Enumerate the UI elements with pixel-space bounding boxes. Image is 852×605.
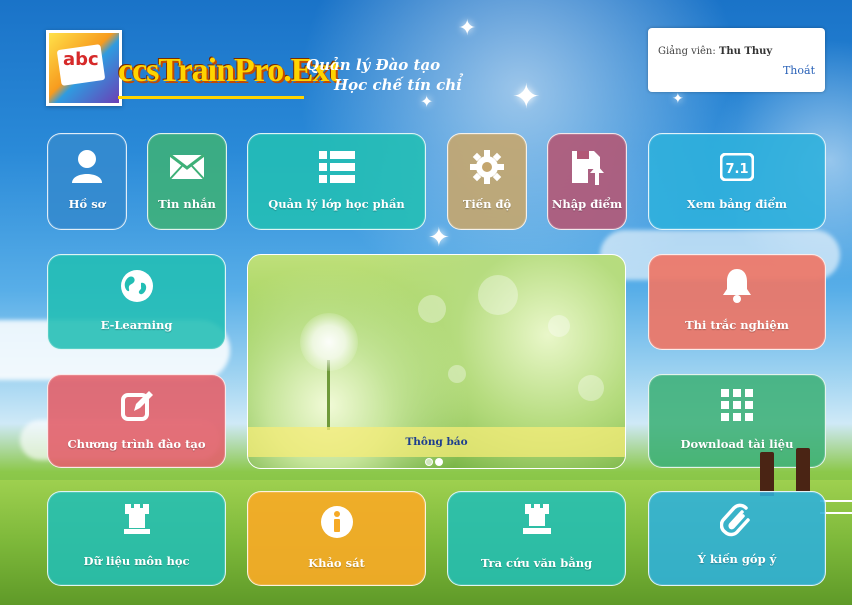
svg-text:7.1: 7.1	[725, 162, 748, 177]
tile-label: Dữ liệu môn học	[83, 554, 190, 568]
slider-dot[interactable]	[425, 458, 433, 466]
sparkle-icon: ✦	[512, 77, 541, 117]
tile-label: Quản lý lớp học phần	[268, 197, 405, 211]
tile-label: Ý kiến góp ý	[697, 552, 777, 566]
envelope-icon	[169, 154, 205, 180]
desktop-background: ✦ ✦ ✦ ✦ ✦ abc ccsTrainPro.Ext Quản lý Đà…	[0, 0, 852, 605]
user-name: Thu Thuy	[718, 46, 773, 57]
sparkle-icon: ✦	[420, 92, 434, 111]
tile-profile[interactable]: Hồ sơ	[47, 133, 127, 230]
slider-dot-active[interactable]	[435, 458, 443, 466]
tile-label: E-Learning	[100, 318, 173, 332]
gear-icon	[470, 150, 504, 184]
sparkle-icon: ✦	[672, 91, 684, 107]
user-icon	[72, 150, 102, 183]
tile-curriculum[interactable]: Chương trình đào tạo	[47, 374, 226, 468]
brand-underline	[118, 96, 304, 99]
bokeh	[578, 375, 604, 401]
tile-survey[interactable]: Khảo sát	[247, 491, 426, 586]
tile-label: Tiến độ	[462, 197, 512, 211]
app-logo: abc	[46, 30, 122, 106]
sparkle-icon: ✦	[458, 16, 477, 41]
tile-messages[interactable]: Tin nhắn	[147, 133, 227, 230]
tile-progress[interactable]: Tiến độ	[447, 133, 527, 230]
tile-label: Hồ sơ	[68, 197, 106, 211]
windmill	[796, 448, 810, 492]
bokeh	[448, 365, 466, 383]
tile-enter-grades[interactable]: Nhập điểm	[547, 133, 627, 230]
news-slider[interactable]: Thông báo	[247, 254, 626, 469]
tagline-line-2: Học chế tín chỉ	[334, 76, 462, 94]
tower-icon	[123, 504, 150, 534]
tile-label: Xem bảng điểm	[686, 197, 788, 211]
bokeh	[478, 275, 518, 315]
bokeh	[548, 315, 570, 337]
user-panel: Giảng viên: Thu Thuy Thoát	[648, 28, 825, 92]
logout-link[interactable]: Thoát	[783, 64, 815, 77]
dandelion	[300, 313, 358, 371]
list-icon	[318, 151, 355, 183]
tile-class-management[interactable]: Quản lý lớp học phần	[247, 133, 426, 230]
windmill	[760, 452, 774, 496]
tile-elearning[interactable]: E-Learning	[47, 254, 226, 350]
certificate-icon	[522, 504, 551, 534]
bokeh	[418, 295, 446, 323]
tile-view-grades[interactable]: 7.1 Xem bảng điểm	[648, 133, 826, 230]
paperclip-icon	[720, 503, 750, 537]
tile-course-data[interactable]: Dữ liệu môn học	[47, 491, 226, 586]
tile-label: Thi trắc nghiệm	[685, 318, 789, 332]
grid-icon	[721, 389, 753, 421]
slider-caption[interactable]: Thông báo	[248, 436, 625, 448]
tile-label: Chương trình đào tạo	[67, 437, 206, 451]
tile-quiz[interactable]: Thi trắc nghiệm	[648, 254, 826, 350]
edit-icon	[120, 391, 153, 421]
tile-label: Khảo sát	[308, 556, 365, 570]
tile-label: Tra cứu văn bằng	[480, 556, 593, 570]
tile-feedback[interactable]: Ý kiến góp ý	[648, 491, 826, 586]
tagline-line-1: Quản lý Đào tạo	[306, 56, 441, 74]
save-upload-icon	[572, 151, 604, 185]
info-icon	[320, 506, 353, 538]
bell-icon	[723, 269, 751, 303]
tile-label: Nhập điểm	[551, 197, 623, 211]
sparkle-icon: ✦	[428, 223, 450, 253]
globe-icon	[120, 270, 153, 302]
logo-text: abc	[63, 49, 99, 70]
role-label: Giảng viên:	[658, 46, 716, 57]
tile-diploma-lookup[interactable]: Tra cứu văn bằng	[447, 491, 626, 586]
user-info: Giảng viên: Thu Thuy	[658, 46, 772, 57]
tile-label: Tin nhắn	[158, 197, 216, 211]
grade-card-icon: 7.1	[720, 153, 754, 181]
